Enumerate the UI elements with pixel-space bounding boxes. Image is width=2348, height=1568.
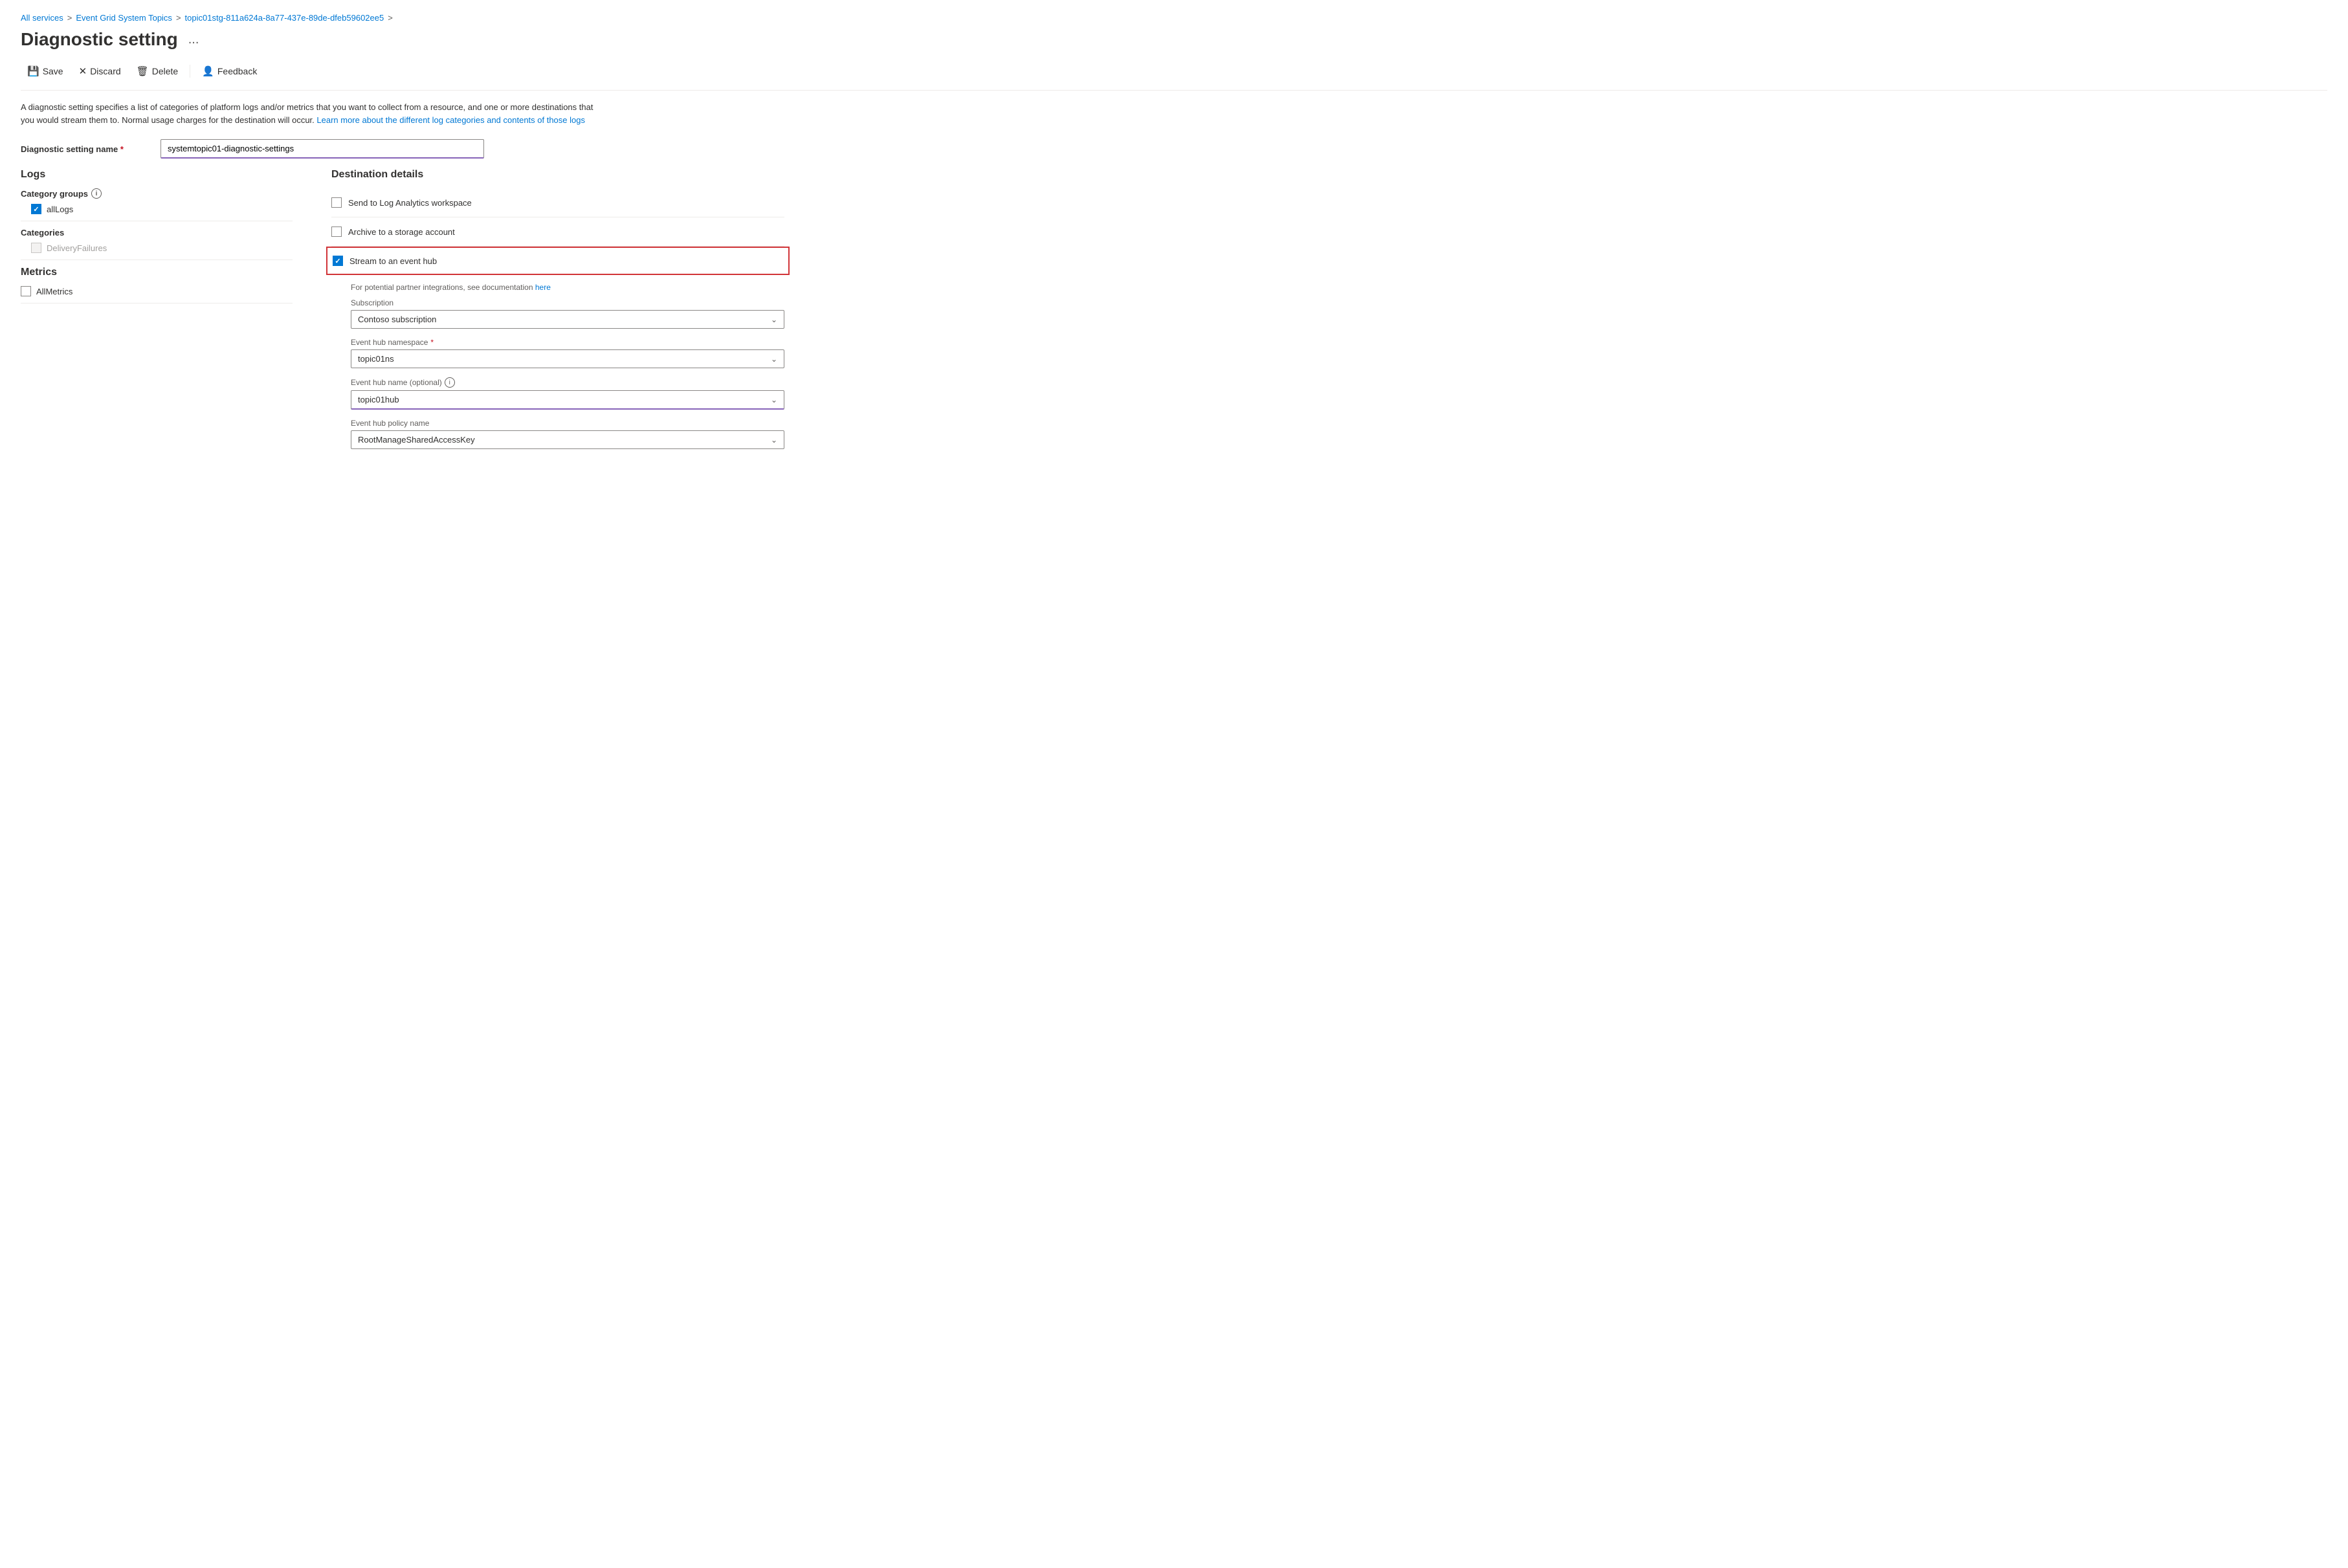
feedback-label: Feedback [217, 66, 257, 76]
page-title: Diagnostic setting [21, 29, 178, 50]
storage-account-row: Archive to a storage account [331, 217, 784, 247]
storage-account-checkbox[interactable] [331, 226, 342, 237]
event-hub-name-label: Event hub name (optional) i [351, 377, 784, 388]
storage-account-label: Archive to a storage account [348, 227, 455, 237]
partner-link[interactable]: here [535, 283, 551, 292]
delete-button[interactable]: 🗑 Delete [130, 61, 185, 81]
save-icon: 💾 [27, 65, 39, 77]
discard-icon: ✕ [79, 65, 87, 77]
logs-section-title: Logs [21, 169, 293, 181]
delete-icon: 🗑 [137, 65, 149, 77]
breadcrumb-separator-1: > [67, 13, 72, 23]
event-hub-name-info-icon[interactable]: i [445, 377, 455, 388]
categories-divider [21, 259, 293, 260]
subscription-dropdown[interactable]: Contoso subscription ⌄ [351, 310, 784, 329]
discard-label: Discard [90, 66, 120, 76]
namespace-chevron-icon: ⌄ [771, 355, 777, 364]
diagnostic-setting-name-input[interactable] [161, 139, 484, 159]
diagnostic-setting-name-label: Diagnostic setting name * [21, 144, 150, 154]
required-asterisk: * [120, 144, 124, 154]
event-hub-namespace-value: topic01ns [358, 354, 394, 364]
metrics-section-title: Metrics [21, 267, 293, 278]
metrics-divider [21, 303, 293, 304]
hub-name-chevron-icon: ⌄ [771, 395, 777, 404]
category-groups-info-icon[interactable]: i [91, 188, 102, 199]
event-hub-checkbox[interactable] [333, 256, 343, 266]
logs-section: Logs Category groups i allLogs Categorie… [21, 169, 293, 260]
deliveryFailures-checkbox [31, 243, 41, 253]
event-hub-namespace-dropdown[interactable]: topic01ns ⌄ [351, 349, 784, 368]
event-hub-namespace-field: Event hub namespace * topic01ns ⌄ [351, 338, 784, 368]
category-groups-title: Category groups i [21, 188, 293, 199]
log-analytics-label: Send to Log Analytics workspace [348, 198, 472, 208]
event-hub-label: Stream to an event hub [349, 256, 437, 266]
save-button[interactable]: 💾 Save [21, 61, 70, 81]
allLogs-checkbox[interactable] [31, 204, 41, 214]
destination-section-title: Destination details [331, 169, 784, 181]
breadcrumb-topic[interactable]: topic01stg-811a624a-8a77-437e-89de-dfeb5… [185, 13, 384, 23]
ellipsis-button[interactable]: ... [184, 31, 203, 49]
event-hub-policy-dropdown[interactable]: RootManageSharedAccessKey ⌄ [351, 430, 784, 449]
event-hub-row: Stream to an event hub [326, 247, 790, 275]
event-hub-policy-field: Event hub policy name RootManageSharedAc… [351, 419, 784, 449]
allMetrics-checkbox[interactable] [21, 286, 31, 296]
event-hub-namespace-label: Event hub namespace * [351, 338, 784, 347]
allMetrics-label: AllMetrics [36, 287, 72, 296]
partner-text: For potential partner integrations, see … [351, 283, 784, 292]
left-panel: Logs Category groups i allLogs Categorie… [21, 169, 293, 458]
right-panel: Destination details Send to Log Analytic… [331, 169, 784, 458]
categories-title: Categories [21, 228, 293, 237]
allLogs-row: allLogs [21, 204, 293, 214]
allMetrics-row: AllMetrics [21, 286, 293, 296]
log-analytics-row: Send to Log Analytics workspace [331, 188, 784, 217]
deliveryFailures-label: DeliveryFailures [47, 243, 107, 253]
event-hub-name-value: topic01hub [358, 395, 399, 404]
breadcrumb: All services > Event Grid System Topics … [21, 13, 2327, 23]
breadcrumb-separator-2: > [176, 13, 181, 23]
allLogs-label: allLogs [47, 204, 73, 214]
log-analytics-checkbox[interactable] [331, 197, 342, 208]
subscription-value: Contoso subscription [358, 315, 436, 324]
policy-chevron-icon: ⌄ [771, 436, 777, 445]
namespace-required: * [430, 338, 434, 347]
toolbar: 💾 Save ✕ Discard 🗑 Delete 👤 Feedback [21, 61, 2327, 91]
deliveryFailures-row: DeliveryFailures [21, 243, 293, 253]
main-layout: Logs Category groups i allLogs Categorie… [21, 169, 2327, 458]
subscription-label: Subscription [351, 298, 784, 307]
save-label: Save [43, 66, 63, 76]
diagnostic-setting-name-row: Diagnostic setting name * [21, 139, 2327, 159]
breadcrumb-event-grid[interactable]: Event Grid System Topics [76, 13, 172, 23]
delete-label: Delete [152, 66, 178, 76]
event-hub-name-field: Event hub name (optional) i topic01hub ⌄ [351, 377, 784, 410]
description: A diagnostic setting specifies a list of… [21, 101, 603, 126]
feedback-button[interactable]: 👤 Feedback [195, 61, 263, 81]
event-hub-policy-label: Event hub policy name [351, 419, 784, 428]
learn-more-link[interactable]: Learn more about the different log categ… [316, 115, 585, 125]
event-hub-name-dropdown[interactable]: topic01hub ⌄ [351, 390, 784, 410]
breadcrumb-separator-3: > [388, 13, 393, 23]
metrics-section: Metrics AllMetrics [21, 267, 293, 304]
breadcrumb-all-services[interactable]: All services [21, 13, 63, 23]
page-title-row: Diagnostic setting ... [21, 29, 2327, 50]
discard-button[interactable]: ✕ Discard [72, 61, 127, 81]
event-hub-expand: For potential partner integrations, see … [331, 283, 784, 449]
feedback-icon: 👤 [202, 65, 214, 77]
subscription-chevron-icon: ⌄ [771, 315, 777, 324]
event-hub-policy-value: RootManageSharedAccessKey [358, 435, 475, 445]
subscription-field: Subscription Contoso subscription ⌄ [351, 298, 784, 329]
